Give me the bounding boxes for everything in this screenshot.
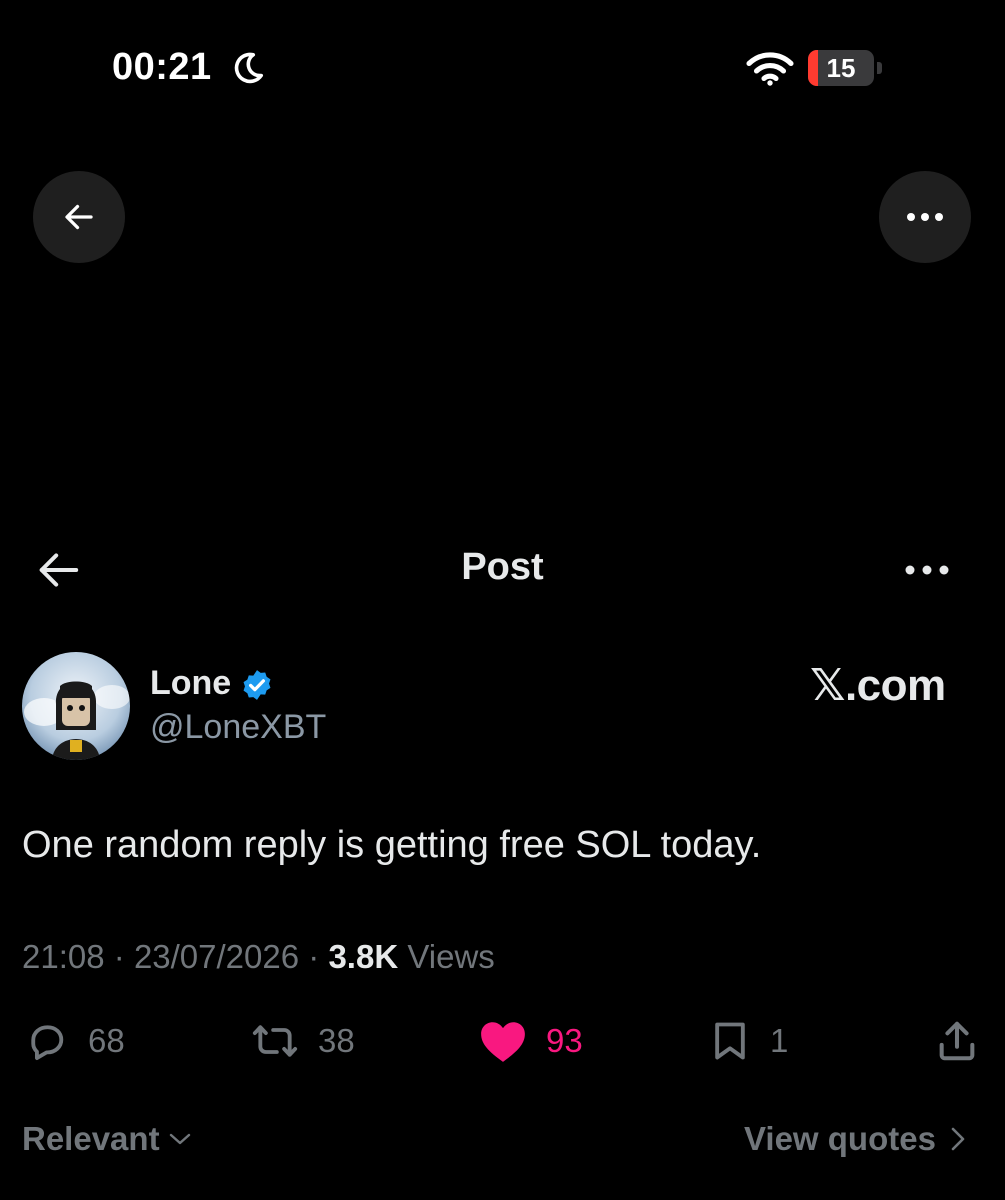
- reply-button[interactable]: 68: [24, 1016, 125, 1066]
- heart-icon: [481, 1022, 525, 1062]
- more-horizontal-icon: [905, 565, 949, 575]
- views-count[interactable]: 3.8K: [328, 938, 398, 975]
- bookmark-icon: [715, 1022, 745, 1060]
- bookmark-count: 1: [770, 1022, 789, 1059]
- views-label[interactable]: Views: [407, 938, 494, 975]
- avatar[interactable]: [22, 652, 130, 760]
- repost-button[interactable]: 38: [250, 1016, 355, 1066]
- watermark-xcom: 𝕏.com: [810, 661, 946, 710]
- share-icon: [939, 1021, 975, 1061]
- post-meta: 21:08 · 23/07/2026 · 3.8K Views: [22, 938, 495, 976]
- more-horizontal-icon: [907, 213, 943, 221]
- author-name[interactable]: Lone: [150, 664, 231, 703]
- moon-icon: [234, 52, 263, 84]
- reply-count: 68: [88, 1022, 125, 1059]
- chevron-down-icon: [169, 1133, 190, 1145]
- page-title: Post: [461, 546, 544, 588]
- more-options-button[interactable]: [900, 552, 954, 588]
- author-handle[interactable]: @LoneXBT: [150, 708, 326, 747]
- reply-icon: [31, 1025, 64, 1060]
- meta-separator: ·: [308, 938, 320, 975]
- post-date[interactable]: 23/07/2026: [134, 938, 299, 975]
- overlay-more-button[interactable]: [879, 171, 971, 263]
- sort-dropdown[interactable]: Relevant: [22, 1120, 192, 1158]
- post-text: One random reply is getting free SOL tod…: [22, 824, 762, 866]
- verified-badge-icon: [243, 670, 271, 700]
- arrow-left-icon: [65, 204, 93, 230]
- sort-label: Relevant: [22, 1120, 160, 1157]
- post-time[interactable]: 21:08: [22, 938, 105, 975]
- meta-separator: ·: [113, 938, 125, 975]
- like-button[interactable]: 93: [478, 1016, 583, 1066]
- share-button[interactable]: [934, 1016, 980, 1066]
- like-count: 93: [546, 1022, 583, 1059]
- chevron-right-icon: [951, 1127, 965, 1151]
- bookmark-button[interactable]: 1: [708, 1016, 788, 1066]
- overlay-back-button[interactable]: [33, 171, 125, 263]
- wifi-icon: [746, 52, 794, 86]
- battery-icon: 15: [808, 50, 882, 86]
- status-time: 00:21: [112, 46, 212, 88]
- view-quotes-link[interactable]: View quotes: [744, 1120, 966, 1158]
- view-quotes-label: View quotes: [744, 1120, 936, 1157]
- repost-icon: [252, 1025, 298, 1057]
- repost-count: 38: [318, 1022, 355, 1059]
- battery-level: 15: [826, 53, 856, 83]
